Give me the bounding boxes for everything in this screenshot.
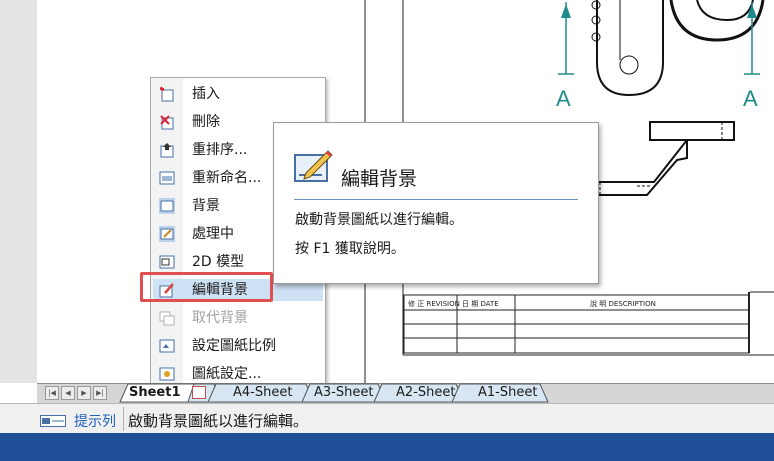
revision-header-description: 說 明 DESCRIPTION bbox=[590, 300, 656, 308]
status-message: 啟動背景圖紙以進行編輯。 bbox=[128, 412, 309, 430]
tab-a3-sheet[interactable]: A3-Sheet bbox=[314, 385, 373, 400]
prev-sheet-button[interactable]: ◀ bbox=[61, 386, 75, 400]
2d-model-icon bbox=[159, 255, 175, 269]
tab-a2-sheet[interactable]: A2-Sheet bbox=[396, 385, 455, 400]
next-sheet-button[interactable]: ▶ bbox=[77, 386, 91, 400]
tab-a1-sheet[interactable]: A1-Sheet bbox=[478, 385, 537, 400]
menu-item-label: 取代背景 bbox=[192, 310, 248, 326]
tab-sheet1[interactable]: Sheet1 bbox=[129, 385, 181, 400]
section-label-left: A bbox=[556, 86, 571, 111]
tooltip-title: 編輯背景 bbox=[341, 168, 418, 190]
last-sheet-button[interactable]: ▶| bbox=[93, 386, 107, 400]
tooltip: 編輯背景 啟動背景圖紙以進行編輯。 按 F1 獲取說明。 bbox=[273, 122, 599, 284]
prev-arrow-icon: ◀ bbox=[65, 389, 71, 397]
insert-sheet-icon bbox=[160, 86, 174, 102]
menu-item-sheet-setup[interactable]: 圖紙設定... bbox=[153, 363, 323, 385]
tooltip-divider bbox=[294, 199, 578, 200]
tooltip-description: 啟動背景圖紙以進行編輯。 bbox=[295, 212, 463, 228]
replace-background-icon bbox=[159, 311, 175, 326]
status-separator bbox=[123, 407, 124, 431]
left-gutter bbox=[0, 0, 37, 383]
menu-item-label: 處理中 bbox=[192, 226, 234, 242]
menu-item-label: 刪除 bbox=[192, 114, 220, 130]
revision-header-revision: 修 正 REVISION bbox=[408, 300, 460, 308]
section-label-right: A bbox=[743, 86, 758, 111]
background-sheet-icon[interactable] bbox=[192, 386, 206, 399]
next-arrow-icon: ▶ bbox=[81, 389, 87, 397]
last-arrow-icon: ▶| bbox=[96, 389, 104, 397]
menu-item-label: 背景 bbox=[192, 198, 220, 214]
revision-header-date: 日 期 DATE bbox=[462, 300, 499, 308]
prompt-bar-icon bbox=[40, 415, 66, 427]
working-icon bbox=[159, 226, 175, 242]
rename-icon bbox=[159, 171, 175, 185]
menu-item-label: 插入 bbox=[192, 86, 220, 102]
delete-sheet-icon bbox=[160, 115, 174, 130]
menu-item-label: 圖紙設定... bbox=[192, 366, 262, 382]
prompt-bar-label[interactable]: 提示列 bbox=[74, 411, 116, 431]
edit-background-large-icon bbox=[294, 150, 333, 182]
taskbar bbox=[0, 433, 774, 461]
menu-item-label: 2D 模型 bbox=[192, 254, 245, 270]
reorder-icon bbox=[160, 143, 174, 158]
menu-item-label: 設定圖紙比例 bbox=[192, 338, 276, 354]
sheet-scale-icon bbox=[159, 339, 175, 353]
menu-item-label: 重排序... bbox=[192, 142, 248, 158]
menu-item-label: 重新命名... bbox=[192, 170, 262, 186]
status-bar: 提示列 啟動背景圖紙以進行編輯。 bbox=[0, 403, 774, 434]
tab-a4-sheet[interactable]: A4-Sheet bbox=[233, 385, 292, 400]
tooltip-help-hint: 按 F1 獲取說明。 bbox=[295, 241, 405, 257]
first-arrow-icon: |◀ bbox=[48, 389, 56, 397]
menu-item-sheet-scale[interactable]: 設定圖紙比例 bbox=[153, 335, 323, 357]
menu-item-replace-background[interactable]: 取代背景 bbox=[153, 307, 323, 329]
menu-item-insert[interactable]: 插入 bbox=[153, 83, 323, 105]
background-icon bbox=[159, 198, 175, 214]
highlight-box bbox=[140, 272, 273, 302]
first-sheet-button[interactable]: |◀ bbox=[45, 386, 59, 400]
sheet-setup-icon bbox=[159, 367, 175, 381]
